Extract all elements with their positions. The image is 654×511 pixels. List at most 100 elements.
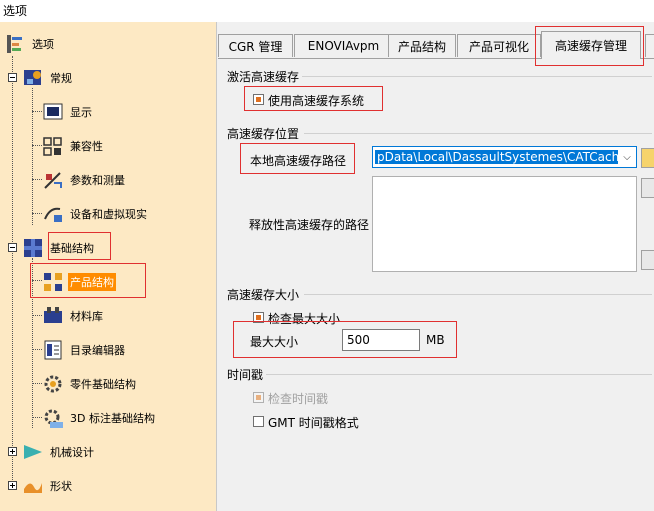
tree-item-label: 设备和虚拟现实	[70, 208, 147, 221]
local-cache-path-combo[interactable]: pData\Local\DassaultSystemes\CATCache ⌵	[372, 146, 637, 168]
tree-line	[32, 349, 42, 350]
tree-item-label: 基础结构	[50, 242, 94, 255]
annotation-gear-icon	[42, 407, 64, 429]
section-divider	[266, 374, 652, 375]
expand-toggle[interactable]	[8, 447, 17, 456]
tab-product-visualization[interactable]: 产品可视化	[457, 34, 541, 57]
section-divider	[304, 133, 652, 134]
activate-cache-heading: 激活高速缓存	[227, 70, 300, 84]
shape-icon	[22, 475, 44, 497]
tab-cache-management[interactable]: 高速缓存管理	[541, 31, 641, 59]
use-cache-label: 使用高速缓存系统	[268, 94, 365, 108]
cache-size-heading: 高速缓存大小	[227, 288, 300, 302]
tree-line	[32, 258, 33, 428]
tree-item-display[interactable]: 显示	[42, 100, 94, 124]
local-cache-path-value: pData\Local\DassaultSystemes\CATCache	[375, 150, 629, 164]
infrastructure-icon	[22, 237, 44, 259]
tree-item-compatibility[interactable]: 兼容性	[42, 134, 105, 158]
check-max-size-checkbox[interactable]	[253, 312, 264, 323]
tab-label: 高速缓存管理	[554, 39, 627, 53]
add-path-button[interactable]	[641, 178, 654, 198]
collapse-toggle[interactable]	[8, 243, 17, 252]
section-divider	[302, 76, 652, 77]
tree-line	[32, 179, 42, 180]
max-size-unit: MB	[426, 333, 445, 347]
section-divider	[304, 294, 652, 295]
cache-location-heading: 高速缓存位置	[227, 127, 300, 141]
tab-label: 产品结构	[397, 39, 446, 54]
tree-item-label: 参数和测量	[70, 174, 125, 187]
devices-icon	[42, 203, 64, 225]
tree-item-label: 产品结构	[68, 273, 116, 291]
tree-line	[32, 213, 42, 214]
tree-item-mechanical-design[interactable]: 机械设计	[22, 440, 96, 464]
tree-item-label: 机械设计	[50, 446, 94, 459]
tab-more[interactable]	[645, 34, 654, 57]
local-cache-path-label: 本地高速缓存路径	[250, 154, 347, 168]
tree-item-general[interactable]: 常规	[22, 66, 74, 90]
tree-item-label: 兼容性	[70, 140, 103, 153]
released-cache-path-label: 释放性高速缓存的路径	[249, 218, 370, 232]
tree-line	[32, 315, 42, 316]
use-cache-checkbox[interactable]	[253, 94, 264, 105]
max-size-label: 最大大小	[250, 335, 299, 349]
gmt-format-checkbox[interactable]	[253, 416, 264, 427]
tree-item-part-infrastructure[interactable]: 零件基础结构	[42, 372, 138, 396]
tab-label: ENOVIAvpm	[307, 39, 380, 53]
tree-line	[12, 56, 13, 488]
folder-browse-button[interactable]	[641, 148, 654, 168]
tree-root[interactable]: 选项	[4, 32, 56, 56]
tab-label: 产品可视化	[468, 39, 529, 54]
gmt-format-label: GMT 时间戳格式	[268, 416, 359, 430]
released-cache-path-list[interactable]	[372, 176, 637, 272]
window-titlebar: 选项	[0, 0, 654, 22]
tree-item-devices[interactable]: 设备和虚拟现实	[42, 202, 149, 226]
display-icon	[42, 101, 64, 123]
tree-line	[32, 111, 42, 112]
tree-item-infrastructure[interactable]: 基础结构	[22, 236, 96, 260]
tree-item-3d-annotation[interactable]: 3D 标注基础结构	[42, 406, 157, 430]
material-library-icon	[42, 305, 64, 327]
tree-item-material-library[interactable]: 材料库	[42, 304, 105, 328]
options-tree[interactable]: 选项 常规 显示 兼容性 参数和测量 设备和虚拟现实 基础结构 产品结构 材料库…	[0, 22, 217, 511]
tree-item-label: 常规	[50, 72, 72, 85]
tree-item-label: 目录编辑器	[70, 344, 125, 357]
tree-item-label: 材料库	[70, 310, 103, 323]
tree-item-label: 3D 标注基础结构	[70, 412, 155, 425]
window-title: 选项	[3, 4, 28, 18]
tab-enoviavpm[interactable]: ENOVIAvpm	[294, 34, 393, 57]
tree-line	[32, 280, 42, 281]
tree-line	[32, 145, 42, 146]
product-structure-icon	[42, 271, 64, 293]
tree-item-label: 零件基础结构	[70, 378, 136, 391]
parameters-icon	[42, 169, 64, 191]
tree-item-label: 显示	[70, 106, 92, 119]
tab-label: CGR 管理	[228, 39, 283, 54]
tree-item-label: 形状	[50, 480, 72, 493]
tree-item-product-structure[interactable]: 产品结构	[42, 270, 116, 294]
mechanical-design-icon	[22, 441, 44, 463]
check-timestamp-checkbox[interactable]	[253, 392, 264, 403]
max-size-input[interactable]: 500	[342, 329, 420, 351]
timestamp-heading: 时间戳	[227, 368, 264, 382]
gear-icon	[42, 373, 64, 395]
options-icon	[4, 33, 26, 55]
tree-line	[32, 88, 33, 225]
compatibility-icon	[42, 135, 64, 157]
expand-toggle[interactable]	[8, 481, 17, 490]
check-max-size-label: 检查最大大小	[268, 312, 341, 326]
tree-line	[32, 383, 42, 384]
tree-item-catalog-editor[interactable]: 目录编辑器	[42, 338, 127, 362]
tree-line	[32, 417, 42, 418]
collapse-toggle[interactable]	[8, 73, 17, 82]
tree-root-label: 选项	[32, 38, 54, 51]
chevron-down-icon[interactable]: ⌵	[618, 147, 636, 167]
general-icon	[22, 67, 44, 89]
tree-item-parameters[interactable]: 参数和测量	[42, 168, 127, 192]
remove-path-button[interactable]	[641, 250, 654, 270]
tab-cgr[interactable]: CGR 管理	[218, 34, 293, 57]
tree-item-shape[interactable]: 形状	[22, 474, 74, 498]
tab-strip: CGR 管理 ENOVIAvpm 产品结构 产品可视化 高速缓存管理	[218, 30, 654, 59]
catalog-editor-icon	[42, 339, 64, 361]
tab-product-structure[interactable]: 产品结构	[388, 34, 456, 57]
